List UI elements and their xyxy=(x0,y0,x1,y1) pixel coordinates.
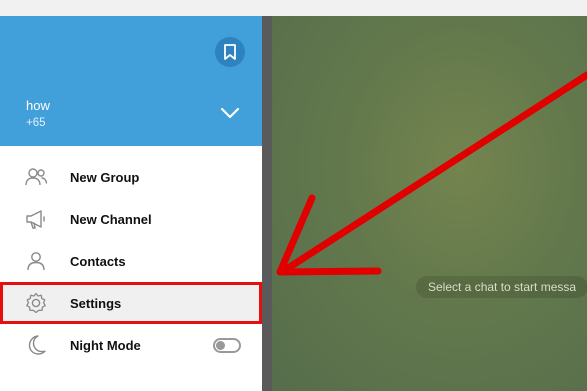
menu-item-label: Settings xyxy=(70,295,122,311)
night-mode-toggle[interactable] xyxy=(213,337,241,353)
menu-item-new-group[interactable]: New Group xyxy=(0,156,262,198)
panel-separator[interactable] xyxy=(262,16,272,391)
profile-header: how +65 xyxy=(0,16,262,146)
saved-messages-button[interactable] xyxy=(215,37,245,67)
chat-background: Select a chat to start messa xyxy=(272,16,587,391)
group-icon xyxy=(24,165,48,189)
window-top-strip xyxy=(0,0,587,16)
gear-icon xyxy=(24,291,48,315)
profile-phone: +65 xyxy=(26,117,46,129)
moon-icon xyxy=(24,333,48,357)
menu-item-night-mode[interactable]: Night Mode xyxy=(0,324,262,366)
person-icon xyxy=(24,249,48,273)
menu-item-contacts[interactable]: Contacts xyxy=(0,240,262,282)
bookmark-icon xyxy=(224,44,236,60)
megaphone-icon xyxy=(24,207,48,231)
profile-name: how xyxy=(26,98,50,113)
select-chat-placeholder: Select a chat to start messa xyxy=(416,276,587,298)
menu-item-label: New Channel xyxy=(70,211,152,227)
sidebar-menu: how +65 New Group New Channel Contacts S… xyxy=(0,16,262,391)
menu-item-settings[interactable]: Settings xyxy=(0,282,262,324)
menu-item-label: Contacts xyxy=(70,253,126,269)
chevron-down-icon[interactable] xyxy=(220,106,240,120)
toggle-knob xyxy=(216,340,225,350)
menu-item-label: New Group xyxy=(70,169,140,185)
menu-item-label: Night Mode xyxy=(70,337,141,353)
menu-item-new-channel[interactable]: New Channel xyxy=(0,198,262,240)
